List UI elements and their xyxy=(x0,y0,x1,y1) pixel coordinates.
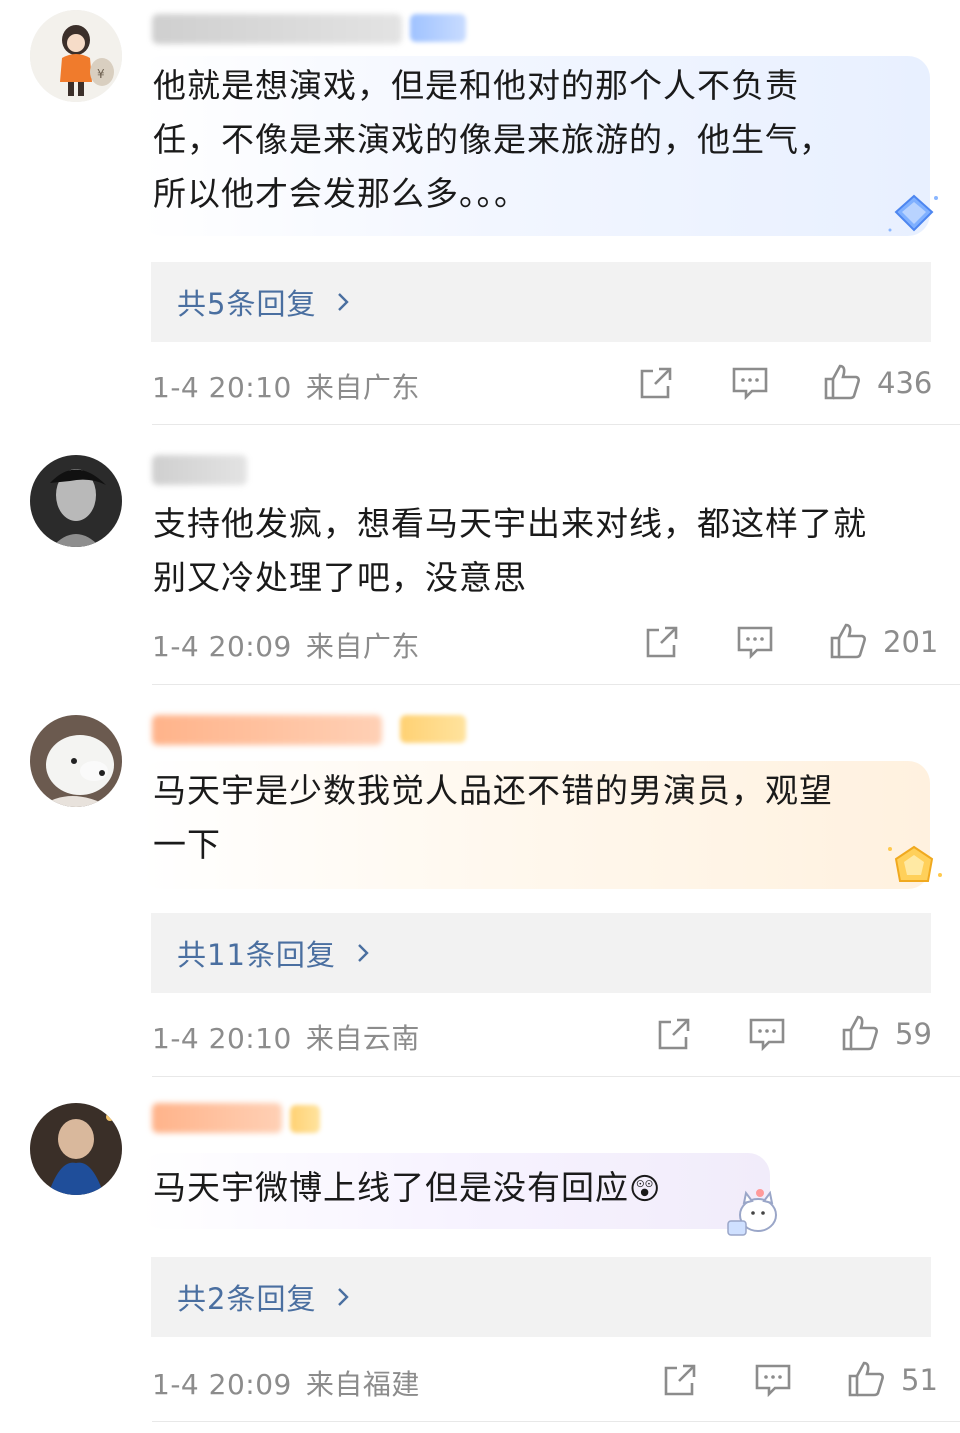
like-count: 436 xyxy=(877,366,933,400)
comment-icon[interactable] xyxy=(736,623,774,661)
comment-text: 他就是想演戏，但是和他对的那个人不负责 任，不像是来演戏的像是来旅游的，他生气，… xyxy=(153,66,833,213)
like-count: 51 xyxy=(901,1363,938,1397)
cat-sticker-icon xyxy=(720,1185,788,1241)
location: 来自福建 xyxy=(305,1368,420,1401)
share-icon[interactable] xyxy=(661,1361,699,1399)
diamond-badge-icon xyxy=(886,190,942,238)
timestamp: 1-4 20:10 xyxy=(152,1022,292,1055)
avatar[interactable] xyxy=(30,1103,122,1195)
comment-item: 马天宇微博上线了但是没有回应😲 共2条回复 1-4 20:09 来自福建 51 xyxy=(0,1077,960,1433)
comment-item: ¥ 他就是想演戏，但是和他对的那个人不负责 任，不像是来演戏的像是来旅游的，他生… xyxy=(0,0,960,425)
comment-icon[interactable] xyxy=(748,1015,786,1053)
location: 来自云南 xyxy=(305,1022,420,1055)
level-badge xyxy=(290,1105,320,1133)
location: 来自广东 xyxy=(305,630,420,663)
share-icon[interactable] xyxy=(643,623,681,661)
thumbs-up-icon[interactable] xyxy=(846,1359,886,1399)
crown-badge-icon xyxy=(884,841,944,891)
level-badge xyxy=(410,14,466,42)
share-icon[interactable] xyxy=(655,1015,693,1053)
timestamp: 1-4 20:10 xyxy=(152,371,292,404)
comment-meta: 1-4 20:10 来自云南 xyxy=(152,1017,420,1057)
comment-meta: 1-4 20:10 来自广东 xyxy=(152,366,420,406)
username[interactable] xyxy=(152,715,382,745)
view-replies-button[interactable]: 共2条回复 xyxy=(151,1257,931,1337)
comment-item: 马天宇是少数我觉人品还不错的男演员，观望 一下 共11条回复 1-4 20:10… xyxy=(0,685,960,1077)
svg-text:¥: ¥ xyxy=(97,67,105,81)
like-count: 201 xyxy=(883,625,939,659)
timestamp: 1-4 20:09 xyxy=(152,630,292,663)
replies-label: 共5条回复 xyxy=(177,287,317,321)
chevron-right-icon xyxy=(338,293,350,311)
username[interactable] xyxy=(152,455,247,485)
avatar[interactable] xyxy=(30,455,122,547)
comment-item: 支持他发疯，想看马天宇出来对线，都这样了就 别又冷处理了吧，没意思 1-4 20… xyxy=(0,425,960,685)
comment-icon[interactable] xyxy=(754,1361,792,1399)
divider xyxy=(152,1421,960,1422)
share-icon[interactable] xyxy=(637,364,675,402)
surprised-emoji-icon: 😲 xyxy=(629,1172,662,1207)
thumbs-up-icon[interactable] xyxy=(840,1013,880,1053)
comment-meta: 1-4 20:09 来自广东 xyxy=(152,625,420,665)
location: 来自广东 xyxy=(305,371,420,404)
comment-text: 马天宇微博上线了但是没有回应😲 xyxy=(153,1161,661,1217)
level-badge xyxy=(400,715,466,743)
replies-label: 共2条回复 xyxy=(177,1282,317,1316)
thumbs-up-icon[interactable] xyxy=(828,621,868,661)
view-replies-button[interactable]: 共5条回复 xyxy=(151,262,931,342)
avatar[interactable] xyxy=(30,715,122,807)
comment-meta: 1-4 20:09 来自福建 xyxy=(152,1363,420,1403)
comment-text-body: 马天宇微博上线了但是没有回应 xyxy=(153,1168,629,1207)
chevron-right-icon xyxy=(338,1288,350,1306)
replies-label: 共11条回复 xyxy=(177,938,336,972)
chevron-right-icon xyxy=(358,944,369,962)
comment-text: 马天宇是少数我觉人品还不错的男演员，观望 一下 xyxy=(153,771,833,864)
username[interactable] xyxy=(152,1103,282,1133)
thumbs-up-icon[interactable] xyxy=(822,362,862,402)
timestamp: 1-4 20:09 xyxy=(152,1368,292,1401)
username[interactable] xyxy=(152,14,402,44)
like-count: 59 xyxy=(895,1017,932,1051)
comment-icon[interactable] xyxy=(731,364,769,402)
comment-text: 支持他发疯，想看马天宇出来对线，都这样了就 别又冷处理了吧，没意思 xyxy=(153,504,867,597)
avatar[interactable]: ¥ xyxy=(30,10,122,102)
view-replies-button[interactable]: 共11条回复 xyxy=(151,913,931,993)
